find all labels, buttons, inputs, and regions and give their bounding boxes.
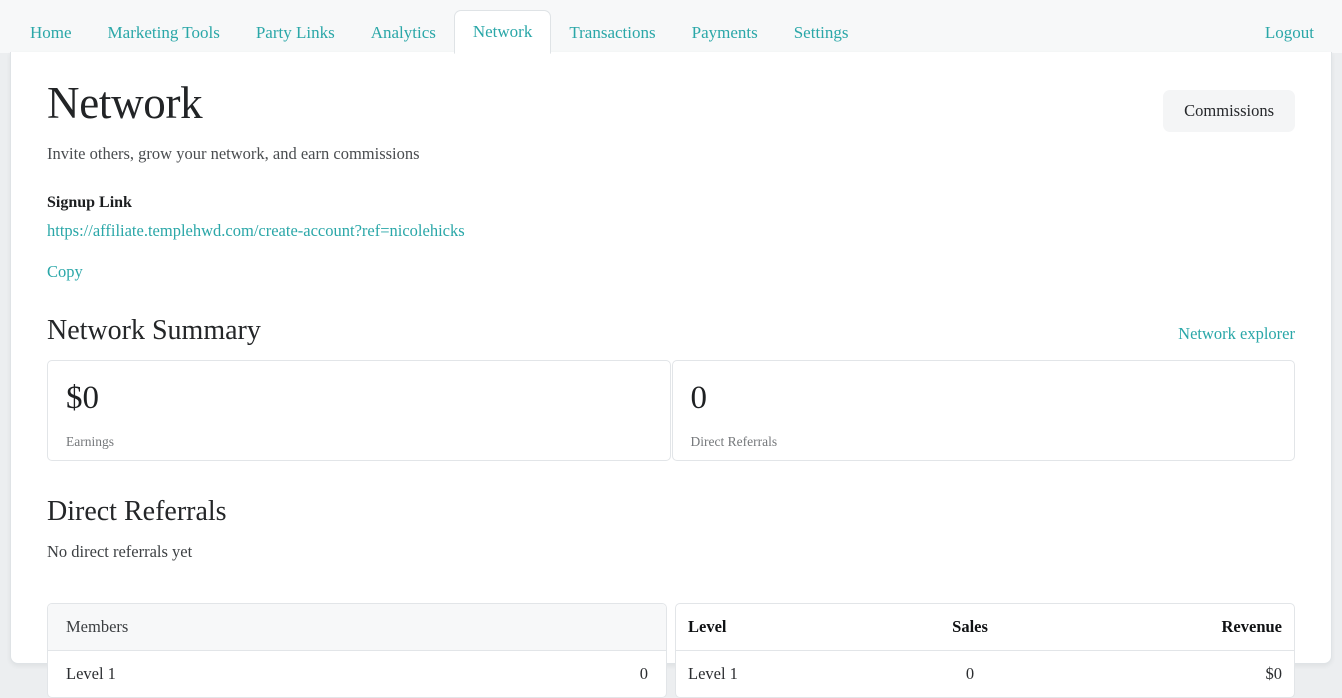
network-summary-header: Network Summary Network explorer — [47, 315, 1295, 347]
levels-row-revenue: $0 — [1265, 664, 1283, 684]
members-table: Members Level 1 0 — [48, 604, 666, 697]
earnings-label: Earnings — [66, 434, 114, 450]
levels-table-box: Level Sales Revenue Level 1 0 $0 — [675, 603, 1295, 698]
nav-tab-marketing-tools[interactable]: Marketing Tools — [90, 13, 238, 53]
copy-link-button[interactable]: Copy — [47, 262, 83, 282]
direct-referrals-value: 0 — [690, 380, 708, 417]
commissions-button[interactable]: Commissions — [1163, 90, 1295, 132]
signup-link-section: Signup Link https://affiliate.templehwd.… — [47, 194, 1295, 282]
members-table-body: Level 1 0 — [48, 651, 666, 698]
earnings-value: $0 — [66, 380, 99, 417]
page-subtitle: Invite others, grow your network, and ea… — [47, 144, 420, 164]
nav-tab-home[interactable]: Home — [12, 13, 90, 53]
page-header-text: Network Invite others, grow your network… — [47, 78, 420, 164]
members-row-level: Level 1 — [66, 664, 116, 684]
levels-header-level: Level — [676, 604, 886, 652]
network-explorer-link[interactable]: Network explorer — [1178, 324, 1295, 344]
members-table-head: Members — [48, 604, 666, 652]
levels-header-row: Level Sales Revenue — [676, 604, 1294, 652]
levels-header-sales: Sales — [885, 604, 1055, 652]
nav-tab-settings[interactable]: Settings — [776, 13, 867, 53]
table-row: Level 1 0 $0 — [676, 651, 1294, 698]
nav-tab-list: Home Marketing Tools Party Links Analyti… — [12, 0, 1265, 54]
levels-table-head: Level Sales Revenue — [676, 604, 1294, 652]
stat-card-direct-referrals: 0 Direct Referrals — [671, 360, 1295, 462]
nav-tab-party-links[interactable]: Party Links — [238, 13, 353, 53]
levels-table: Level Sales Revenue Level 1 0 $0 — [676, 604, 1294, 697]
page-title: Network — [47, 78, 203, 128]
signup-link-label: Signup Link — [47, 194, 132, 212]
members-header-cell: Members — [48, 604, 666, 652]
nav-tab-payments[interactable]: Payments — [674, 13, 776, 53]
members-table-box: Members Level 1 0 — [47, 603, 667, 698]
direct-referrals-title: Direct Referrals — [47, 496, 227, 528]
copy-link-row: Copy — [47, 241, 1295, 282]
page-header: Network Invite others, grow your network… — [47, 78, 1295, 164]
logout-button[interactable]: Logout — [1265, 13, 1320, 53]
stat-card-earnings: $0 Earnings — [47, 360, 671, 462]
members-row-count: 0 — [639, 664, 648, 684]
bottom-tables-row: Members Level 1 0 Level Sales Revenue Le… — [47, 603, 1295, 698]
network-summary-title: Network Summary — [47, 315, 261, 347]
nav-tab-transactions[interactable]: Transactions — [551, 13, 673, 53]
table-row: Level 1 0 — [48, 651, 666, 698]
members-header-row: Members — [48, 604, 666, 652]
direct-referrals-empty-text: No direct referrals yet — [47, 542, 193, 562]
nav-tab-analytics[interactable]: Analytics — [353, 13, 454, 53]
direct-referrals-label: Direct Referrals — [690, 434, 778, 450]
levels-table-body: Level 1 0 $0 — [676, 651, 1294, 698]
levels-row-level: Level 1 — [688, 664, 738, 684]
summary-stat-cards: $0 Earnings 0 Direct Referrals — [47, 360, 1295, 462]
content-panel: Network Invite others, grow your network… — [10, 52, 1332, 698]
levels-header-revenue: Revenue — [1054, 604, 1294, 652]
signup-link-url[interactable]: https://affiliate.templehwd.com/create-a… — [47, 221, 465, 241]
levels-row-sales: 0 — [965, 664, 975, 684]
top-navbar: Home Marketing Tools Party Links Analyti… — [0, 0, 1342, 54]
nav-tab-network[interactable]: Network — [453, 10, 552, 54]
